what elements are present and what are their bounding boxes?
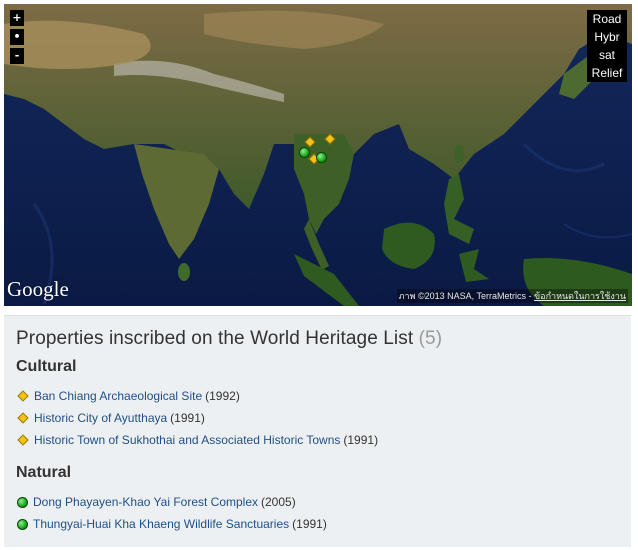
list-item: Historic Town of Sukhothai and Associate… — [16, 429, 619, 451]
panel-title: Properties inscribed on the World Herita… — [16, 328, 619, 350]
zoom-reset-button[interactable]: • — [10, 29, 24, 45]
inscription-year: (2005) — [261, 495, 296, 509]
zoom-out-button[interactable]: - — [10, 48, 24, 64]
green-circle-icon — [17, 496, 28, 508]
cultural-heading: Cultural — [16, 358, 77, 375]
property-link[interactable]: Dong Phayayen-Khao Yai Forest Complex — [33, 495, 258, 509]
map-type-road[interactable]: Road — [587, 10, 627, 28]
map-type-relief[interactable]: Relief — [587, 64, 627, 82]
marker-natural-thungyai[interactable] — [299, 147, 310, 158]
panel-title-text: Properties inscribed on the World Herita… — [16, 328, 414, 349]
map-type-selector: Road Hybr sat Relief — [587, 10, 627, 82]
zoom-in-button[interactable]: + — [10, 10, 24, 26]
zoom-control: + • - — [10, 10, 24, 67]
map-view[interactable]: + • - Road Hybr sat Relief Google ภาพ ©2… — [4, 4, 632, 306]
heritage-properties-panel: Properties inscribed on the World Herita… — [4, 315, 631, 547]
inscription-year: (1991) — [170, 411, 205, 425]
yellow-diamond-icon — [17, 390, 29, 402]
natural-property-list: Dong Phayayen-Khao Yai Forest Complex (2… — [16, 491, 619, 535]
attribution-text: ภาพ ©2013 NASA, TerraMetrics - — [398, 291, 532, 301]
natural-heading: Natural — [16, 464, 72, 481]
inscription-year: (1991) — [343, 433, 379, 447]
green-circle-icon — [17, 518, 28, 530]
list-item: Thungyai-Huai Kha Khaeng Wildlife Sanctu… — [16, 513, 619, 535]
list-item: Ban Chiang Archaeological Site (1992) — [16, 385, 619, 407]
property-link[interactable]: Ban Chiang Archaeological Site — [34, 389, 202, 403]
yellow-diamond-icon — [17, 434, 29, 446]
terms-of-use-link[interactable]: ข้อกำหนดในการใช้งาน — [534, 291, 626, 301]
inscription-year: (1991) — [292, 517, 327, 531]
property-count: (5) — [418, 328, 443, 349]
property-link[interactable]: Thungyai-Huai Kha Khaeng Wildlife Sanctu… — [33, 517, 289, 531]
inscription-year: (1992) — [205, 389, 240, 403]
property-link[interactable]: Historic City of Ayutthaya — [34, 411, 167, 425]
property-link[interactable]: Historic Town of Sukhothai and Associate… — [34, 433, 340, 447]
map-attribution: ภาพ ©2013 NASA, TerraMetrics - ข้อกำหนดใ… — [396, 289, 628, 303]
map-type-satellite[interactable]: sat — [587, 46, 627, 64]
marker-natural-dong-phayayen[interactable] — [316, 152, 327, 163]
cultural-property-list: Ban Chiang Archaeological Site (1992) Hi… — [16, 385, 619, 451]
yellow-diamond-icon — [17, 412, 29, 424]
google-logo: Google — [7, 277, 69, 301]
list-item: Dong Phayayen-Khao Yai Forest Complex (2… — [16, 491, 619, 513]
list-item: Historic City of Ayutthaya (1991) — [16, 407, 619, 429]
map-type-hybrid[interactable]: Hybr — [587, 28, 627, 46]
